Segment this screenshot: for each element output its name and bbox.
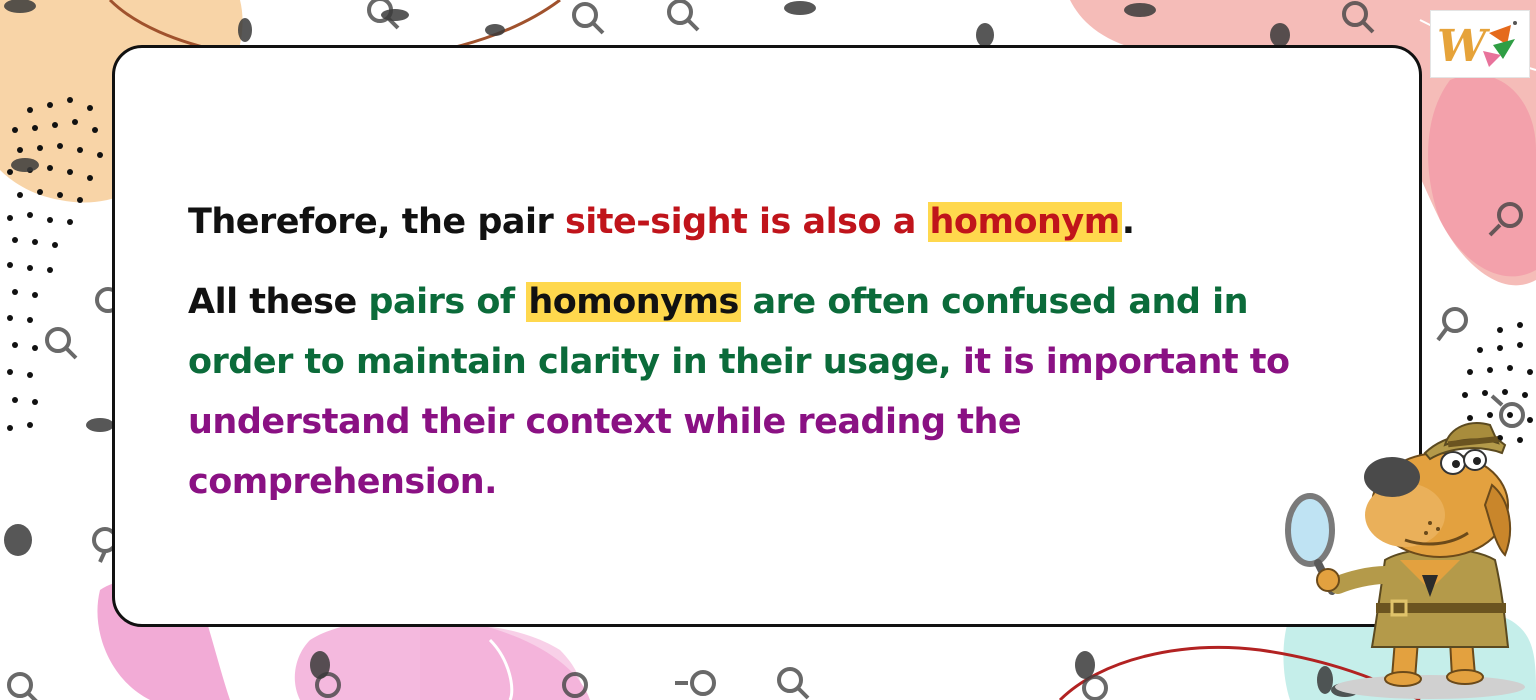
homonym-highlight: homonym xyxy=(927,202,1122,242)
homonyms-explanation: All these pairs of homonyms are often co… xyxy=(188,272,1338,512)
svg-text:W: W xyxy=(1437,21,1491,72)
explanation-green-text-1: pairs of xyxy=(368,282,527,322)
homonyms-highlight: homonyms xyxy=(526,282,741,322)
slide-text: Therefore, the pair site-sight is also a… xyxy=(188,192,1338,512)
w-logo-icon: W xyxy=(1430,10,1530,78)
statement-period: . xyxy=(1121,202,1135,242)
statement-red-text: site-sight is also a xyxy=(564,202,928,242)
statement-lead: Therefore, the pair xyxy=(188,202,565,242)
explanation-lead: All these xyxy=(188,282,369,322)
homonym-statement: Therefore, the pair site-sight is also a… xyxy=(188,192,1338,252)
detective-dog-mascot xyxy=(1285,422,1525,699)
